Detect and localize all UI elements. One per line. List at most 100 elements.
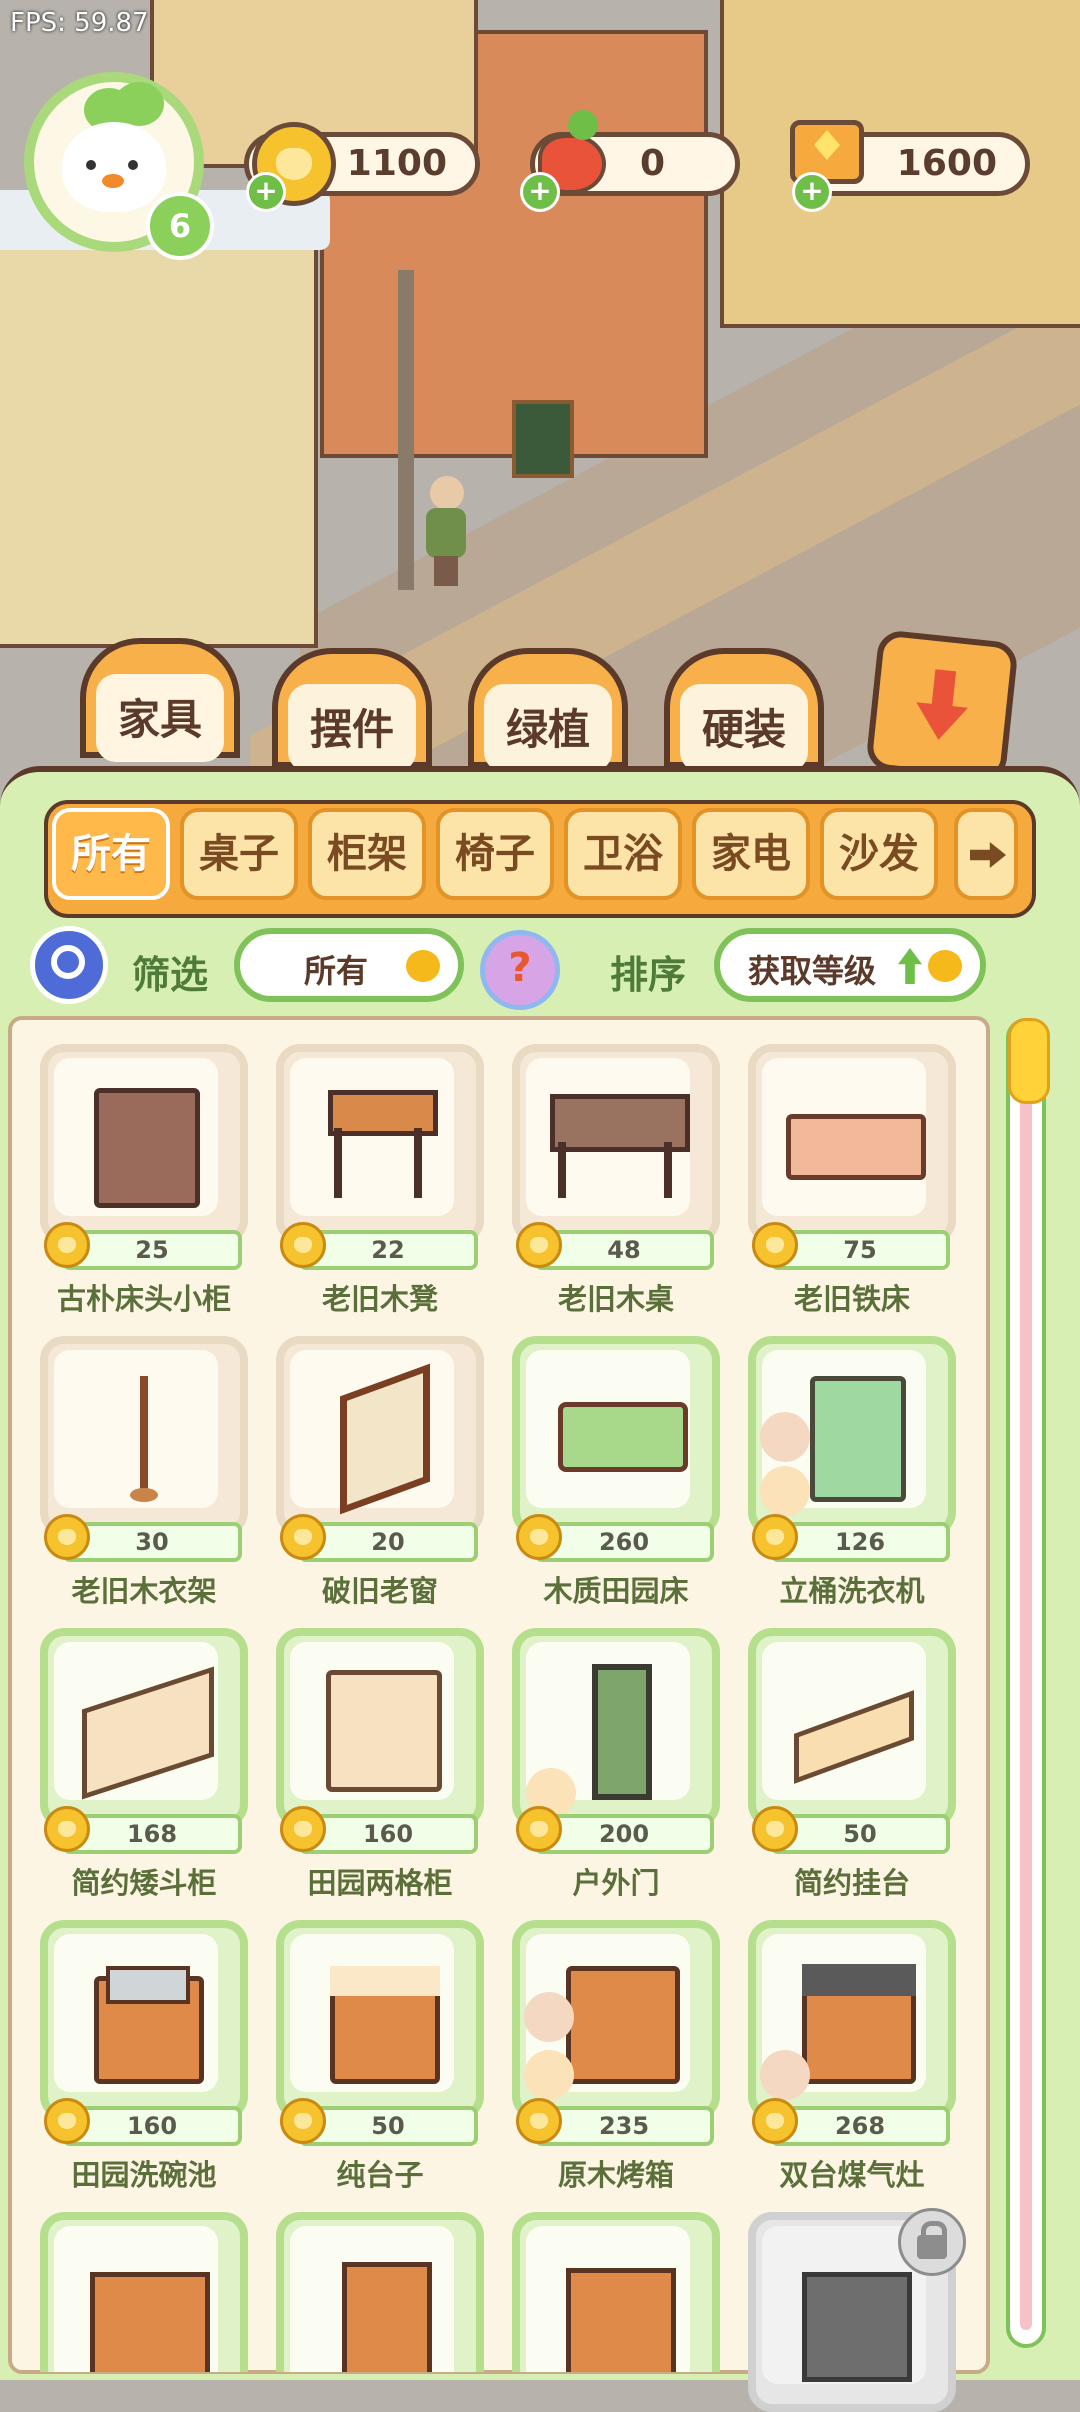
category-chairs[interactable]: 椅子 [436, 808, 554, 900]
tab-label: 硬装 [701, 705, 786, 754]
tab-label: 家具 [117, 695, 202, 744]
item-card[interactable]: 160 田园洗碗池 [40, 1920, 248, 2192]
coin-icon [280, 1806, 326, 1852]
collapse-panel-button[interactable] [865, 629, 1019, 783]
item-card[interactable] [276, 2212, 484, 2372]
elder-character [424, 476, 468, 586]
search-button[interactable] [30, 926, 108, 1004]
add-coin-button[interactable]: + [246, 172, 286, 212]
item-card[interactable]: 75 老旧铁床 [748, 1044, 956, 1316]
item-card[interactable]: 48 老旧木桌 [512, 1044, 720, 1316]
player-level-badge: 6 [146, 192, 214, 260]
item-card[interactable]: 168 简约矮斗柜 [40, 1628, 248, 1900]
item-name: 双台煤气灶 [779, 2158, 925, 2192]
category-next-button[interactable] [954, 808, 1018, 900]
carrot-value: 0 [639, 143, 665, 184]
coin-icon [280, 1514, 326, 1560]
building-left [0, 200, 318, 648]
sort-dropdown[interactable]: 获取等级 [714, 928, 986, 1002]
coin-value: 1100 [346, 143, 447, 184]
item-scrollbar[interactable] [1006, 1018, 1050, 2348]
heart-icon [928, 950, 962, 982]
nightstand-icon [94, 1088, 200, 1208]
filter-label: 筛选 [132, 953, 209, 997]
scrollbar-thumb[interactable] [1008, 1018, 1050, 1104]
coat-rack-icon [140, 1376, 148, 1500]
lightbulb-badge-icon [760, 1466, 810, 1516]
green-bed-icon [558, 1402, 688, 1472]
sort-label: 排序 [610, 953, 687, 997]
item-card[interactable]: 25 古朴床头小柜 [40, 1044, 248, 1316]
item-card[interactable]: 50 纯台子 [276, 1920, 484, 2192]
arrow-up-icon [898, 948, 922, 984]
item-card[interactable]: 20 破旧老窗 [276, 1336, 484, 1608]
item-card[interactable]: 50 简约挂台 [748, 1628, 956, 1900]
category-appliances[interactable]: 家电 [692, 808, 810, 900]
coin-icon [752, 1514, 798, 1560]
washing-machine-icon [810, 1376, 906, 1502]
item-name: 户外门 [572, 1866, 660, 1900]
heart-badge-icon [760, 1412, 810, 1462]
category-sofas[interactable]: 沙发 [820, 808, 938, 900]
item-name: 原木烤箱 [557, 2158, 674, 2192]
tab-ornaments[interactable]: 摆件 [272, 648, 432, 772]
ticket-value: 1600 [896, 143, 997, 184]
coin-icon [752, 1806, 798, 1852]
item-card[interactable]: 30 老旧木衣架 [40, 1336, 248, 1608]
tab-furniture[interactable]: 家具 [80, 638, 240, 762]
category-tables[interactable]: 桌子 [180, 808, 298, 900]
add-carrot-button[interactable]: + [520, 172, 560, 212]
item-name: 田园洗碗池 [71, 2158, 217, 2192]
category-shelves[interactable]: 柜架 [308, 808, 426, 900]
heart-badge-icon [760, 2050, 810, 2100]
coin-icon [752, 1222, 798, 1268]
coin-icon [280, 1222, 326, 1268]
lightbulb-badge-icon [524, 2050, 574, 2100]
tab-hardware[interactable]: 硬装 [664, 648, 824, 772]
item-name: 简约挂台 [793, 1866, 910, 1900]
corner-counter-icon [90, 2272, 210, 2372]
avatar-face [62, 122, 166, 212]
item-card[interactable] [40, 2212, 248, 2372]
lock-icon [898, 2208, 966, 2276]
heart-icon [406, 950, 440, 982]
item-card[interactable]: 160 田园两格柜 [276, 1628, 484, 1900]
item-card[interactable]: 22 老旧木凳 [276, 1044, 484, 1316]
item-name: 立桶洗衣机 [779, 1574, 925, 1608]
item-name: 古朴床头小柜 [56, 1282, 231, 1316]
item-card[interactable]: 126 立桶洗衣机 [748, 1336, 956, 1608]
filter-dropdown[interactable]: 所有 [234, 928, 464, 1002]
item-card[interactable] [512, 2212, 720, 2372]
coin-icon [44, 1514, 90, 1560]
coin-icon [516, 1806, 562, 1852]
tab-label: 绿植 [505, 705, 590, 754]
iron-bed-icon [786, 1114, 926, 1180]
add-ticket-button[interactable]: + [792, 172, 832, 212]
tab-plants[interactable]: 绿植 [468, 648, 628, 772]
counter-icon [566, 2268, 676, 2372]
oven-icon [566, 1966, 680, 2084]
item-name: 简约矮斗柜 [71, 1866, 217, 1900]
item-card[interactable]: 200 户外门 [512, 1628, 720, 1900]
item-name: 老旧铁床 [793, 1282, 910, 1316]
fps-counter: FPS: 59.87 [10, 8, 149, 38]
item-name: 老旧木桌 [557, 1282, 674, 1316]
item-name: 破旧老窗 [321, 1574, 438, 1608]
sign-board [512, 400, 574, 478]
leaf-icon [114, 82, 164, 126]
category-bathroom[interactable]: 卫浴 [564, 808, 682, 900]
item-card[interactable]: 260 木质田园床 [512, 1336, 720, 1608]
item-card[interactable]: 268 双台煤气灶 [748, 1920, 956, 2192]
category-all[interactable]: 所有 [52, 808, 170, 900]
locked-item-card[interactable] [748, 2208, 966, 2412]
item-name: 田园两格柜 [307, 1866, 453, 1900]
coin-icon [44, 1806, 90, 1852]
item-card[interactable]: 235 原木烤箱 [512, 1920, 720, 2192]
item-name: 纯台子 [336, 2158, 424, 2192]
coin-icon [516, 1514, 562, 1560]
help-button[interactable]: ? [480, 930, 560, 1010]
arrow-down-icon [913, 667, 972, 742]
coin-icon [44, 1222, 90, 1268]
filter-value: 所有 [304, 952, 369, 990]
item-name: 木质田园床 [543, 1574, 689, 1608]
